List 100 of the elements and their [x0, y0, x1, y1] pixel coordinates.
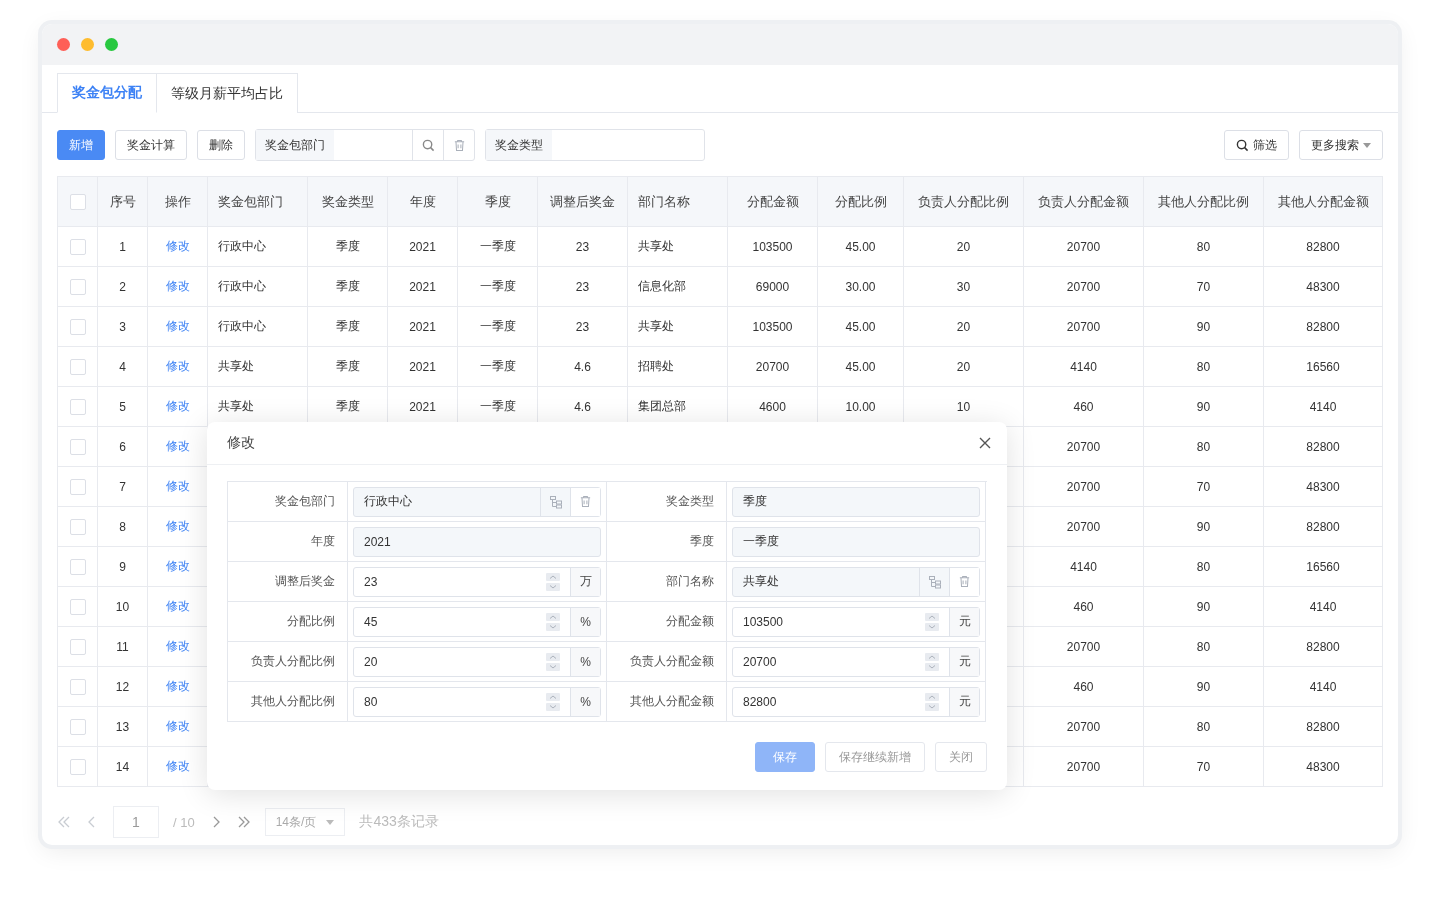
row-checkbox[interactable]: [69, 718, 86, 735]
edit-link[interactable]: 修改: [165, 438, 190, 455]
edit-link[interactable]: 修改: [165, 558, 190, 575]
field-label: 其他人分配比例: [251, 693, 335, 710]
number-field[interactable]: 23 万: [353, 566, 601, 597]
more-search-button[interactable]: 更多搜索: [1299, 130, 1383, 160]
table-cell: 20700: [1024, 707, 1144, 747]
stepper-icon[interactable]: [546, 612, 560, 631]
text-field[interactable]: 一季度: [732, 526, 980, 557]
number-field[interactable]: 20700 元: [732, 646, 980, 677]
number-field[interactable]: 80 %: [353, 686, 601, 717]
row-checkbox[interactable]: [69, 558, 86, 575]
edit-link[interactable]: 修改: [165, 758, 190, 775]
table-cell: 4.6: [538, 347, 628, 387]
number-field[interactable]: 20 %: [353, 646, 601, 677]
select-field[interactable]: 共享处: [732, 566, 980, 597]
row-checkbox[interactable]: [69, 638, 86, 655]
table-cell: 5: [98, 387, 148, 427]
edit-link[interactable]: 修改: [165, 638, 190, 655]
text-field[interactable]: 2021: [353, 526, 601, 557]
stepper-icon[interactable]: [546, 652, 560, 671]
stepper-icon[interactable]: [925, 692, 939, 711]
row-checkbox[interactable]: [69, 318, 86, 335]
row-checkbox[interactable]: [69, 398, 86, 415]
edit-link[interactable]: 修改: [165, 358, 190, 375]
table-cell: 90: [1144, 387, 1264, 427]
close-dot[interactable]: [57, 38, 70, 51]
table-cell: 信息化部: [628, 267, 728, 307]
toolbar-button[interactable]: 删除: [197, 130, 245, 160]
table-cell: 48300: [1264, 467, 1383, 507]
toolbar-button[interactable]: 奖金计算: [115, 130, 187, 160]
table-cell: 82800: [1264, 507, 1383, 547]
row-checkbox[interactable]: [69, 518, 86, 535]
row-checkbox[interactable]: [69, 238, 86, 255]
trash-icon[interactable]: [579, 495, 592, 508]
dialog-button[interactable]: 保存继续新增: [825, 742, 925, 772]
number-field[interactable]: 103500 元: [732, 606, 980, 637]
trash-icon[interactable]: [958, 575, 971, 588]
table-cell: 一季度: [458, 267, 538, 307]
stepper-icon[interactable]: [925, 612, 939, 631]
table-cell: 16560: [1264, 347, 1383, 387]
table-cell: 20700: [1024, 307, 1144, 347]
edit-link[interactable]: 修改: [165, 238, 190, 255]
table-cell: 季度: [308, 347, 388, 387]
toolbar-button[interactable]: 新增: [57, 130, 105, 160]
stepper-icon[interactable]: [925, 652, 939, 671]
row-checkbox[interactable]: [69, 278, 86, 295]
field-label: 季度: [690, 533, 714, 550]
edit-link[interactable]: 修改: [165, 398, 190, 415]
tab[interactable]: 等级月薪平均占比: [157, 73, 298, 113]
table-cell: 48300: [1264, 747, 1383, 787]
row-checkbox[interactable]: [69, 678, 86, 695]
page-input[interactable]: 1: [113, 806, 159, 838]
stepper-icon[interactable]: [546, 572, 560, 591]
select-field[interactable]: 行政中心: [353, 486, 601, 517]
filter-button[interactable]: 筛选: [1224, 130, 1289, 160]
row-checkbox[interactable]: [69, 758, 86, 775]
close-icon[interactable]: [977, 435, 993, 451]
table-cell: 20: [904, 307, 1024, 347]
edit-link[interactable]: 修改: [165, 278, 190, 295]
edit-link[interactable]: 修改: [165, 318, 190, 335]
unit-label: 万: [570, 567, 600, 596]
minimize-dot[interactable]: [81, 38, 94, 51]
tab[interactable]: 奖金包分配: [57, 73, 157, 113]
table-cell: 2021: [388, 227, 458, 267]
number-field[interactable]: 45 %: [353, 606, 601, 637]
select-all-checkbox[interactable]: [69, 193, 86, 210]
filter-field[interactable]: 奖金类型: [485, 129, 705, 161]
dialog-button[interactable]: 关闭: [935, 742, 987, 772]
table-cell: 4140: [1024, 547, 1144, 587]
maximize-dot[interactable]: [105, 38, 118, 51]
trash-icon[interactable]: [452, 138, 466, 152]
tree-icon[interactable]: [927, 574, 942, 589]
edit-link[interactable]: 修改: [165, 678, 190, 695]
edit-link[interactable]: 修改: [165, 598, 190, 615]
text-field[interactable]: 季度: [732, 486, 980, 517]
last-page-icon[interactable]: [236, 815, 251, 829]
field-label: 部门名称: [666, 573, 714, 590]
field-label: 负责人分配金额: [630, 653, 714, 670]
field-label: 负责人分配比例: [251, 653, 335, 670]
number-field[interactable]: 82800 元: [732, 686, 980, 717]
page-size-select[interactable]: 14条/页: [264, 808, 346, 836]
tree-icon[interactable]: [548, 494, 563, 509]
row-checkbox[interactable]: [69, 358, 86, 375]
row-checkbox[interactable]: [69, 438, 86, 455]
edit-link[interactable]: 修改: [165, 518, 190, 535]
filter-field[interactable]: 奖金包部门: [255, 129, 475, 161]
table-cell: 90: [1144, 667, 1264, 707]
row-checkbox[interactable]: [69, 598, 86, 615]
stepper-icon[interactable]: [546, 692, 560, 711]
first-page-icon[interactable]: [57, 815, 71, 829]
table-cell: 80: [1144, 427, 1264, 467]
table-cell: 12: [98, 667, 148, 707]
column-header: 季度: [458, 177, 538, 227]
edit-link[interactable]: 修改: [165, 718, 190, 735]
column-header: 奖金类型: [308, 177, 388, 227]
table-cell: 9: [98, 547, 148, 587]
row-checkbox[interactable]: [69, 478, 86, 495]
table-cell: 20: [904, 227, 1024, 267]
edit-link[interactable]: 修改: [165, 478, 190, 495]
